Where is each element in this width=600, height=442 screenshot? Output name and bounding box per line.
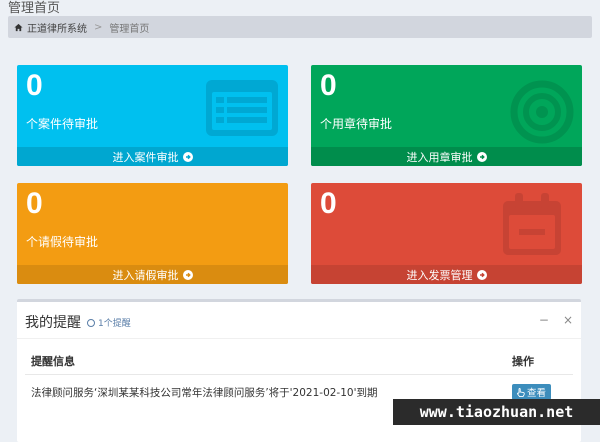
reminders-title: 我的提醒: [25, 315, 81, 331]
panel-divider: [17, 338, 581, 339]
seal-approval-box: 0 个用章待审批 进入用章审批: [311, 65, 582, 166]
case-approval-link-label: 进入案件审批: [112, 150, 179, 164]
list-icon: [206, 80, 278, 136]
breadcrumb-current: 管理首页: [109, 23, 150, 35]
panel-tools: − ×: [539, 313, 573, 327]
breadcrumb: 正道律所系统 > 管理首页: [8, 16, 592, 38]
reminders-count-badge: 1个提醒: [87, 316, 131, 329]
leave-approval-label: 个请假待审批: [26, 235, 99, 249]
arrow-circle-right-icon: [476, 269, 487, 280]
leave-approval-count: 0: [26, 187, 43, 220]
case-approval-box: 0 个案件待审批 进入案件审批: [17, 65, 288, 166]
case-approval-label: 个案件待审批: [26, 117, 99, 131]
invoice-box: 0 进入发票管理: [311, 183, 582, 284]
invoice-count: 0: [320, 187, 337, 220]
case-approval-count: 0: [26, 69, 43, 102]
breadcrumb-home-link[interactable]: 正道律所系统: [27, 20, 87, 35]
reminder-message: 法律顾问服务‘深圳某某科技公司常年法律顾问服务’将于'2021-02-10'到期: [31, 387, 378, 399]
leave-approval-box: 0 个请假待审批 进入请假审批: [17, 183, 288, 284]
seal-approval-link[interactable]: 进入用章审批: [311, 147, 582, 166]
page-title: 管理首页: [8, 1, 61, 16]
arrow-circle-right-icon: [182, 151, 193, 162]
arrow-circle-right-icon: [182, 269, 193, 280]
target-icon: [510, 80, 574, 144]
arrow-circle-right-icon: [476, 151, 487, 162]
hand-pointer-icon: [517, 387, 525, 397]
seal-approval-link-label: 进入用章审批: [406, 150, 473, 164]
invoice-link[interactable]: 进入发票管理: [311, 265, 582, 284]
view-button-label: 查看: [527, 388, 547, 399]
breadcrumb-separator: >: [94, 21, 103, 33]
calendar-icon: [503, 193, 561, 255]
clock-icon: [87, 318, 95, 327]
column-header-action: 操作: [512, 355, 534, 368]
collapse-button[interactable]: −: [539, 313, 549, 327]
reminders-count-label: 1个提醒: [98, 319, 131, 329]
column-header-message: 提醒信息: [31, 355, 75, 368]
leave-approval-link-label: 进入请假审批: [112, 268, 179, 282]
header-divider: [25, 374, 573, 375]
view-button[interactable]: 查看: [512, 384, 552, 400]
case-approval-link[interactable]: 进入案件审批: [17, 147, 288, 166]
leave-approval-link[interactable]: 进入请假审批: [17, 265, 288, 284]
seal-approval-count: 0: [320, 69, 337, 102]
watermark: www.tiaozhuan.net: [393, 399, 600, 425]
invoice-link-label: 进入发票管理: [406, 268, 473, 282]
close-button[interactable]: ×: [563, 313, 573, 327]
home-icon: [14, 23, 23, 31]
seal-approval-label: 个用章待审批: [320, 117, 393, 131]
